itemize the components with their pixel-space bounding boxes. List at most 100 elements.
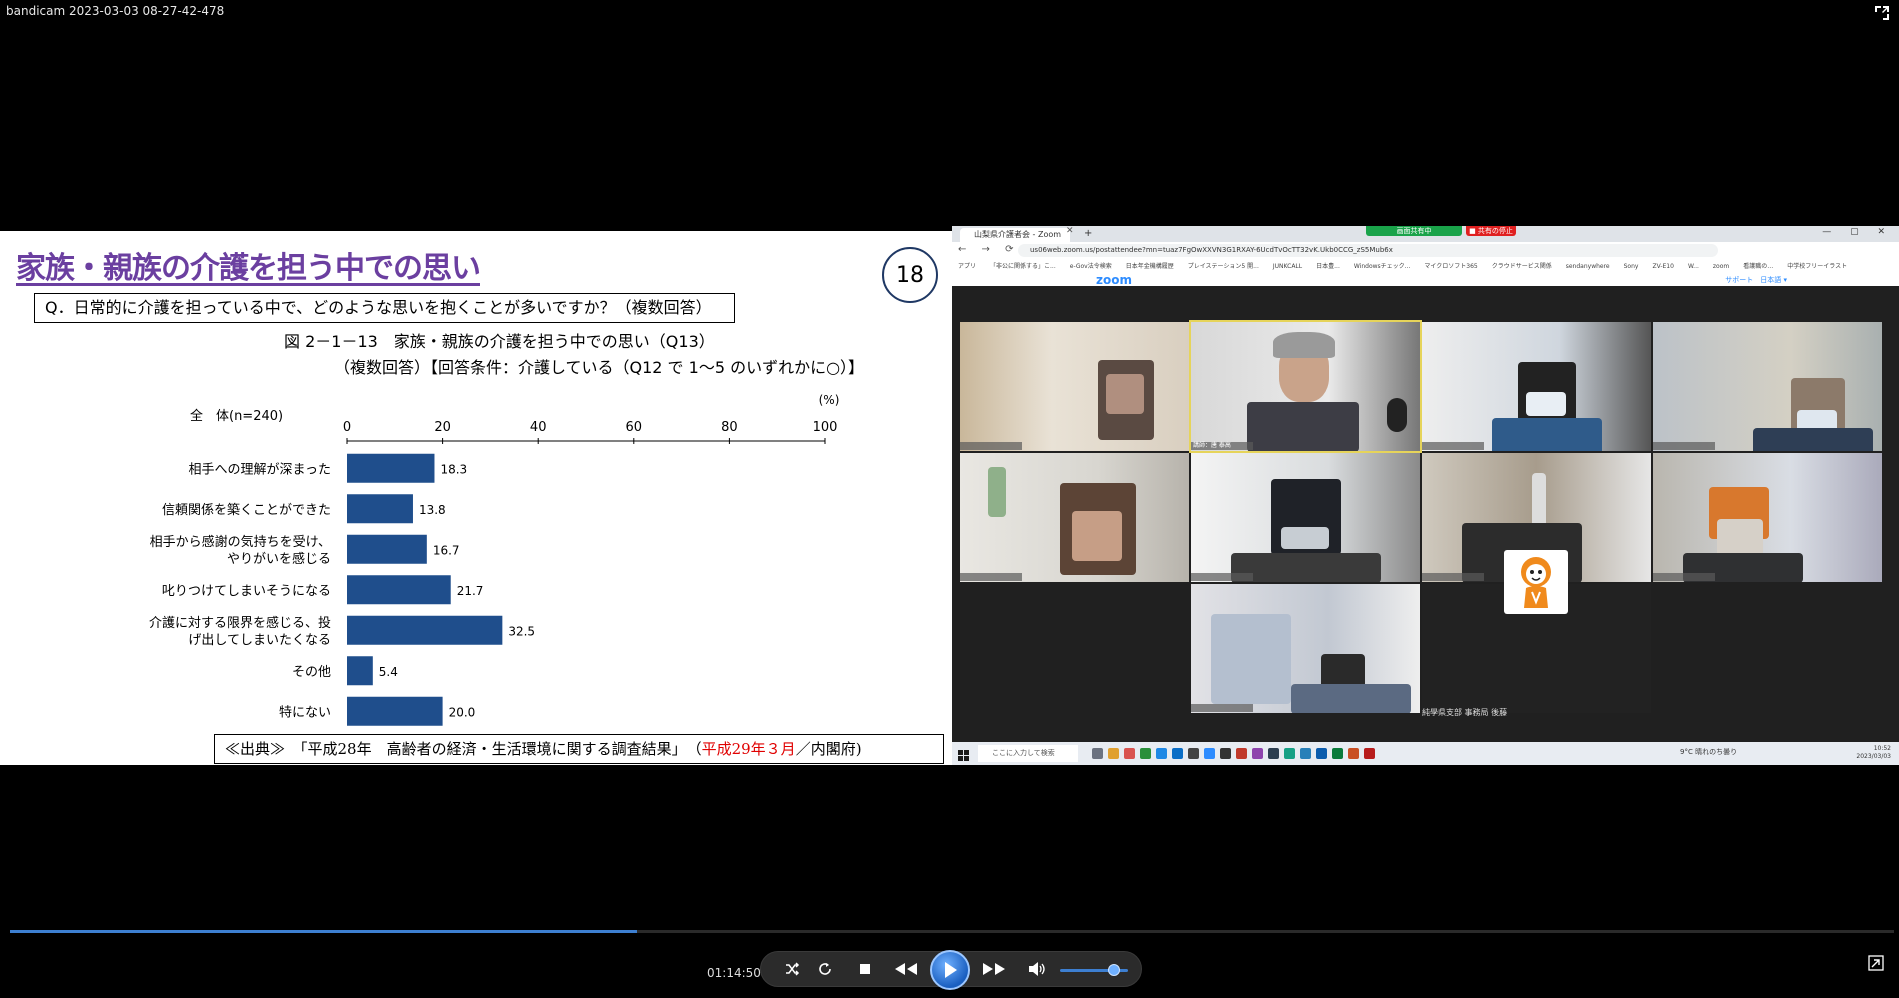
bar-chart: 全 体(n=240) (%) 0 20 40 60 80 100 18.3 相手への理解が深まった… bbox=[149, 393, 840, 726]
bookmark-item[interactable]: JUNKCALL bbox=[1273, 263, 1302, 270]
participant-name bbox=[960, 573, 1022, 581]
category-label: 相手への理解が深まった bbox=[189, 462, 331, 477]
participant-name bbox=[1191, 573, 1253, 581]
bookmark-item[interactable]: Sony bbox=[1624, 263, 1639, 270]
restore-window-icon[interactable] bbox=[1873, 4, 1891, 22]
participant-video[interactable] bbox=[1191, 584, 1420, 713]
bookmark-item[interactable]: ZV-E10 bbox=[1652, 263, 1673, 270]
windows-start-icon[interactable] bbox=[958, 747, 970, 761]
source-prefix: ≪出典≫ 「平成28年 高齢者の経済・生活環境に関する調査結果」 （ bbox=[225, 740, 702, 758]
shuffle-icon[interactable] bbox=[782, 959, 802, 979]
bookmark-item[interactable]: zoom bbox=[1713, 263, 1729, 270]
app-icon[interactable] bbox=[1156, 748, 1167, 759]
url-input[interactable]: us06web.zoom.us/postattendee?mn=tuaz7FgO… bbox=[1018, 244, 1718, 257]
chrome-icon[interactable] bbox=[1140, 748, 1151, 759]
chart-group-label: 全 体(n=240) bbox=[190, 408, 283, 424]
participant-name bbox=[1422, 442, 1484, 450]
participant-name: 純學県支部 事務局 後藤 bbox=[1422, 708, 1508, 717]
recording-title: bandicam 2023-03-03 08-27-42-478 bbox=[6, 4, 225, 18]
bar bbox=[347, 615, 503, 645]
active-speaker-video[interactable]: 講師：唐 泰高 bbox=[1189, 320, 1422, 453]
screen-share-indicator[interactable]: 画面共有中 bbox=[1366, 226, 1462, 236]
excel-icon[interactable] bbox=[1332, 748, 1343, 759]
bookmark-item[interactable]: クラウドサービス関係 bbox=[1492, 263, 1552, 270]
bookmark-item[interactable]: 「非公に関係する」こ... bbox=[990, 263, 1056, 270]
x-tick-label: 20 bbox=[434, 420, 451, 435]
zoom-browser-window: 山梨県介護者会 - Zoom ✕ + 画面共有中 ■ 共有の停止 — ▢ ✕ ←… bbox=[952, 226, 1899, 765]
bar-value-label: 21.7 bbox=[457, 584, 484, 598]
participant-video[interactable] bbox=[960, 322, 1189, 451]
category-label: やりがいを感じる bbox=[227, 551, 331, 567]
zoom-app-icon[interactable] bbox=[1204, 748, 1215, 759]
close-icon[interactable]: ✕ bbox=[1066, 226, 1074, 236]
bookmark-item[interactable]: Windowsチェック... bbox=[1354, 263, 1411, 270]
bookmark-item[interactable]: W... bbox=[1688, 263, 1699, 270]
app-icon[interactable] bbox=[1284, 748, 1295, 759]
participant-video[interactable] bbox=[1653, 453, 1882, 582]
clock-date: 2023/03/03 bbox=[1856, 753, 1891, 760]
presentation-slide: 家族・親族の介護を担う中での思い 18 Q．日常的に介護を担っている中で、どのよ… bbox=[0, 231, 952, 765]
new-tab-icon[interactable]: + bbox=[1084, 228, 1092, 239]
participant-video[interactable] bbox=[1422, 322, 1651, 451]
bookmark-item[interactable]: アプリ bbox=[958, 263, 976, 270]
bar-value-label: 18.3 bbox=[440, 462, 467, 476]
volume-icon[interactable] bbox=[1026, 959, 1046, 979]
browser-tab[interactable]: 山梨県介護者会 - Zoom bbox=[960, 228, 1070, 242]
pdf-icon[interactable] bbox=[1364, 748, 1375, 759]
play-button[interactable] bbox=[930, 950, 970, 990]
windows-taskbar: ここに入力して検索 9°C 晴れのち曇り 10:52 2023/03/03 bbox=[952, 742, 1899, 765]
category-label: その他 bbox=[292, 665, 331, 680]
bookmark-item[interactable]: 中学校フリーイラスト bbox=[1787, 263, 1847, 270]
weather-widget[interactable]: 9°C 晴れのち曇り bbox=[1680, 747, 1737, 757]
fast-forward-icon[interactable] bbox=[980, 958, 1008, 980]
participant-video[interactable] bbox=[1653, 322, 1882, 451]
category-label: げ出してしまいたくなる bbox=[188, 633, 331, 648]
word-icon[interactable] bbox=[1316, 748, 1327, 759]
participant-video[interactable] bbox=[960, 453, 1189, 582]
file-explorer-icon[interactable] bbox=[1108, 748, 1119, 759]
task-view-icon[interactable] bbox=[1092, 748, 1103, 759]
zoom-logo[interactable]: zoom bbox=[1096, 273, 1132, 287]
app-icon[interactable] bbox=[1268, 748, 1279, 759]
nav-buttons-icon[interactable]: ← → ⟳ bbox=[958, 244, 1020, 255]
bookmark-item[interactable]: プレイステーション5 開... bbox=[1188, 263, 1259, 270]
edge-icon[interactable] bbox=[1172, 748, 1183, 759]
category-label: 特にない bbox=[279, 705, 331, 720]
x-tick-label: 0 bbox=[343, 420, 351, 435]
participant-video[interactable] bbox=[1191, 453, 1420, 582]
app-icon[interactable] bbox=[1236, 748, 1247, 759]
source-citation: ≪出典≫ 「平成28年 高齢者の経済・生活環境に関する調査結果」 （平成29年３… bbox=[214, 734, 944, 764]
bookmark-item[interactable]: 看護職の… bbox=[1743, 263, 1773, 270]
seek-bar-fill bbox=[10, 930, 638, 933]
bookmark-item[interactable]: sendanywhere bbox=[1566, 263, 1610, 270]
x-tick-label: 80 bbox=[721, 420, 738, 435]
taskbar-search-input[interactable]: ここに入力して検索 bbox=[978, 745, 1078, 762]
support-link[interactable]: サポート 日本語 ▾ bbox=[1725, 275, 1787, 285]
bar-value-label: 32.5 bbox=[508, 624, 535, 638]
bar-value-label: 16.7 bbox=[433, 543, 460, 557]
rewind-icon[interactable] bbox=[892, 958, 920, 980]
powerpoint-icon[interactable] bbox=[1348, 748, 1359, 759]
bookmark-item[interactable]: e-Gov法令検索 bbox=[1070, 263, 1112, 270]
app-icon[interactable] bbox=[1252, 748, 1263, 759]
app-icon[interactable] bbox=[1300, 748, 1311, 759]
chart-unit-label: (%) bbox=[819, 393, 840, 407]
app-icon[interactable] bbox=[1188, 748, 1199, 759]
bookmark-item[interactable]: 日本年金機構履歴 bbox=[1126, 263, 1174, 270]
bookmark-item[interactable]: 日本豊... bbox=[1316, 263, 1340, 270]
bookmark-item[interactable]: マイクロソフト365 bbox=[1424, 263, 1477, 270]
stop-share-button[interactable]: ■ 共有の停止 bbox=[1466, 226, 1516, 236]
app-icon[interactable] bbox=[1124, 748, 1135, 759]
bar-value-label: 20.0 bbox=[449, 705, 476, 719]
speaker-name: 講師：唐 泰高 bbox=[1191, 442, 1253, 450]
playback-time: 01:14:50 bbox=[707, 966, 761, 980]
x-tick-label: 60 bbox=[626, 420, 643, 435]
taskbar-clock[interactable]: 10:52 2023/03/03 bbox=[1856, 745, 1891, 761]
source-suffix: ／内閣府) bbox=[795, 740, 862, 758]
category-label: 相手から感謝の気持ちを受け、 bbox=[150, 534, 331, 550]
mini-player-icon[interactable] bbox=[1868, 955, 1884, 971]
stop-icon[interactable] bbox=[855, 959, 875, 979]
window-controls[interactable]: — ▢ ✕ bbox=[1822, 227, 1893, 237]
app-icon[interactable] bbox=[1220, 748, 1231, 759]
repeat-icon[interactable] bbox=[815, 959, 835, 979]
